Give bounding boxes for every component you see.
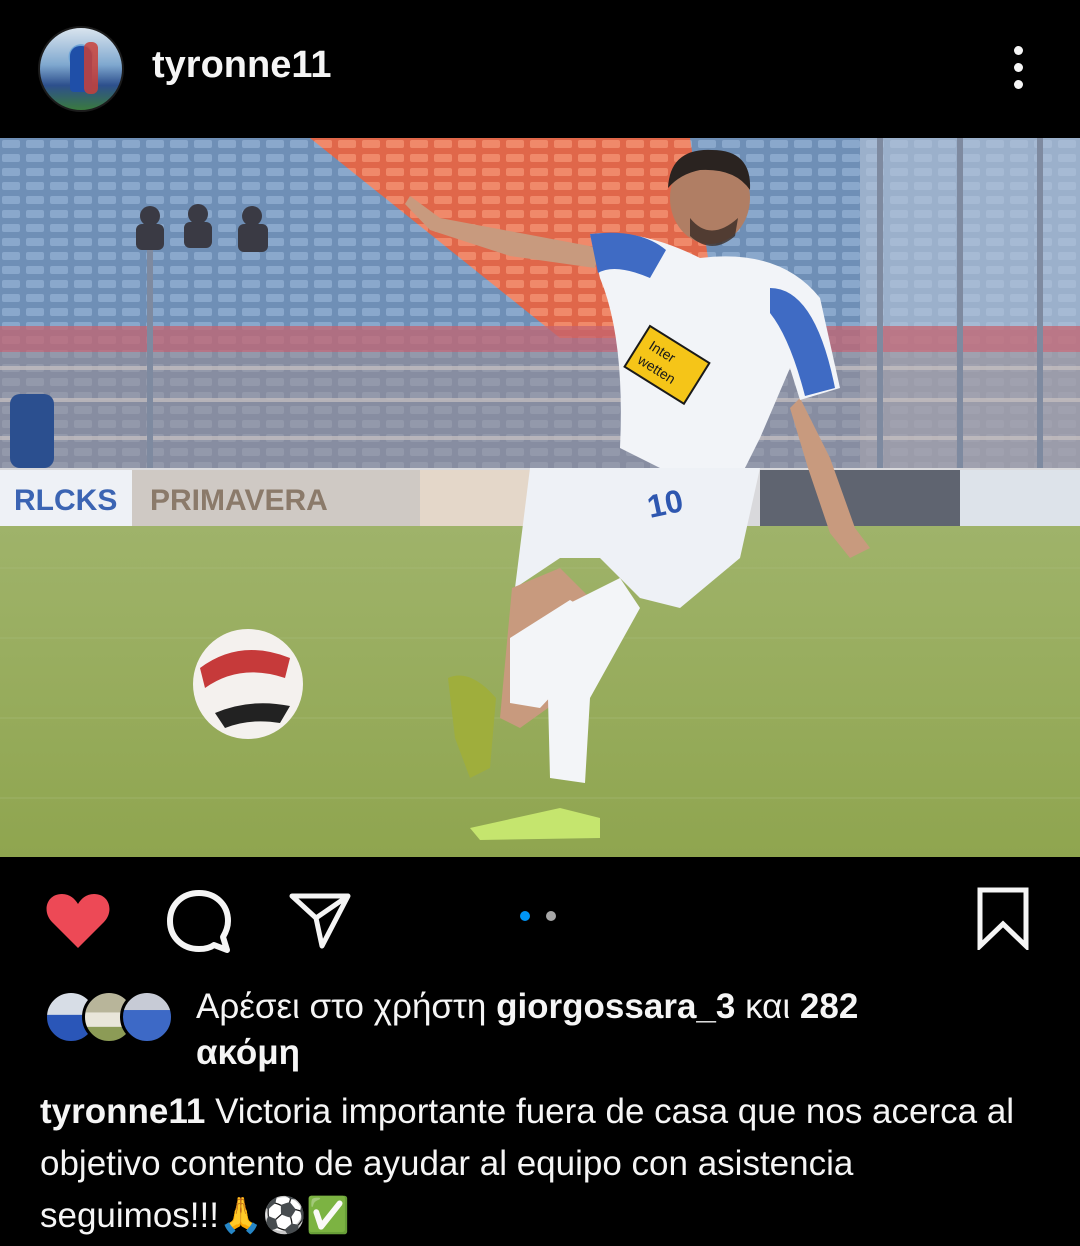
post-username[interactable]: tyronne11 [152, 44, 332, 87]
bookmark-icon[interactable] [972, 886, 1034, 950]
post-caption: tyronne11 Victoria importante fuera de c… [40, 1086, 1040, 1242]
more-vertical-icon[interactable] [1000, 44, 1038, 92]
likes-summary[interactable]: Αρέσει στο χρήστη giorgossara_3 και 282 … [196, 984, 1036, 1076]
post-header: tyronne11 [0, 0, 1080, 138]
photo-illustration: RLCKS PRIMAVERA Inter wetten 10 [0, 138, 1080, 857]
ad-board-left: RLCKS [14, 484, 117, 517]
likes-joiner: και [745, 987, 791, 1026]
caption-username[interactable]: tyronne11 [40, 1092, 205, 1131]
shirt-number: 10 [644, 482, 686, 525]
carousel-dot-active [520, 911, 530, 921]
likes-count[interactable]: 282 [800, 987, 858, 1026]
carousel-dot [546, 911, 556, 921]
ad-board-mid: PRIMAVERA [150, 484, 328, 517]
carousel-indicator [520, 909, 560, 923]
comment-bubble-icon[interactable] [165, 888, 233, 954]
liker-avatar [120, 990, 174, 1044]
avatar[interactable] [38, 26, 124, 112]
paper-plane-icon[interactable] [286, 888, 354, 950]
heart-icon[interactable] [44, 890, 112, 952]
likes-suffix[interactable]: ακόμη [196, 1033, 300, 1072]
post-photo[interactable]: RLCKS PRIMAVERA Inter wetten 10 [0, 138, 1080, 857]
liker-avatars[interactable] [44, 990, 174, 1044]
avatar-figure-2 [84, 42, 98, 94]
likes-prefix: Αρέσει στο χρήστη [196, 987, 487, 1026]
liker-username[interactable]: giorgossara_3 [496, 987, 735, 1026]
